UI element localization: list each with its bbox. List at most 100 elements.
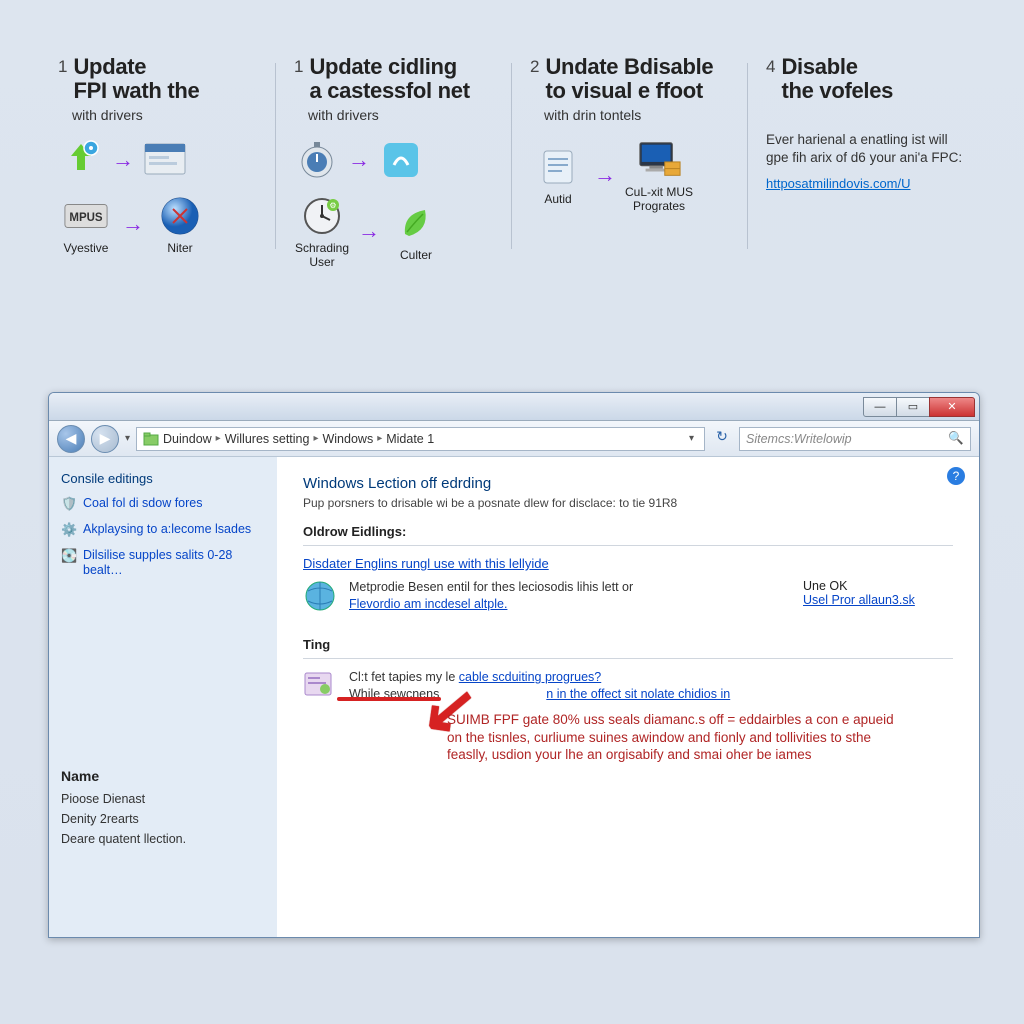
leaf-icon bbox=[393, 200, 439, 246]
section1-link[interactable]: Disdater Englins rungl use with this lel… bbox=[303, 556, 549, 571]
row2-body-link[interactable]: n in the offect sit nolate chidios in bbox=[546, 687, 730, 701]
window-titlebar: — ▭ ✕ bbox=[49, 393, 979, 421]
step-1: 1 Update FPI wath the with drivers → bbox=[40, 55, 276, 279]
page-description: Pup porsners to drisable wi be a posnate… bbox=[303, 496, 953, 510]
shield-icon: 🛡️ bbox=[61, 496, 77, 512]
step4-link[interactable]: httposatmilindovis.com/U bbox=[766, 176, 911, 191]
svg-text:MPUS: MPUS bbox=[69, 212, 103, 224]
gear-icon: ⚙️ bbox=[61, 522, 77, 538]
mpus-chip-icon: MPUS bbox=[63, 193, 109, 239]
close-button[interactable]: ✕ bbox=[929, 397, 975, 417]
steps-row: 1 Update FPI wath the with drivers → bbox=[0, 0, 1024, 289]
globe-icon bbox=[303, 579, 337, 613]
row1-text: Metprodie Besen entil for thes leciosodi… bbox=[349, 580, 633, 594]
icon-label: CuL-xit MUS Progrates bbox=[624, 185, 694, 213]
divider bbox=[303, 545, 953, 546]
sidebar-link[interactable]: Akplaysing to a:lecome lsades bbox=[83, 522, 251, 538]
search-placeholder: Sitemcs:Writelowip bbox=[746, 432, 852, 446]
sidebar-name-item: Pioose Dienast bbox=[61, 792, 265, 806]
arrow-icon: → bbox=[348, 147, 370, 173]
breadcrumb-item[interactable]: Windows bbox=[322, 432, 373, 446]
sidebar-title: Consile editings bbox=[61, 471, 265, 486]
step4-body: Ever harienal a enatling ist will gpe fi… bbox=[766, 131, 966, 166]
disk-icon: 💽 bbox=[61, 548, 77, 564]
sidebar-name-item: Deare quatent llection. bbox=[61, 832, 265, 846]
step-title-l2: the vofeles bbox=[781, 79, 893, 103]
row1-link[interactable]: Flevordio am incdesel altple. bbox=[349, 597, 507, 611]
chevron-right-icon: ▸ bbox=[377, 433, 382, 444]
arrow-icon: → bbox=[112, 147, 134, 173]
icon-label: Schrading User bbox=[294, 241, 350, 269]
program-icon bbox=[303, 669, 337, 703]
step-subtitle: with drin tontels bbox=[544, 107, 730, 123]
app-tile-icon bbox=[378, 137, 424, 183]
step-subtitle: with drivers bbox=[72, 107, 258, 123]
clock-icon: ⚙ bbox=[299, 193, 345, 239]
search-input[interactable]: Sitemcs:Writelowip 🔍 bbox=[739, 427, 971, 451]
step-3: 2 Undate Bdisable to visual e ffoot with… bbox=[512, 55, 748, 279]
back-button[interactable]: ◀ bbox=[57, 425, 85, 453]
sidebar-item[interactable]: ⚙️ Akplaysing to a:lecome lsades bbox=[61, 522, 265, 538]
breadcrumb-item[interactable]: Duindow bbox=[163, 432, 212, 446]
sidebar-link[interactable]: Dilsilise supples salits 0-28 bealt… bbox=[83, 548, 265, 578]
row1-side-link[interactable]: Usel Pror allaun3.sk bbox=[803, 593, 915, 607]
step-number: 1 bbox=[294, 55, 303, 103]
step-title-l2: to visual e ffoot bbox=[545, 79, 713, 103]
refresh-button[interactable]: ↻ bbox=[711, 428, 733, 450]
compass-globe-icon bbox=[157, 193, 203, 239]
stopwatch-icon bbox=[294, 137, 340, 183]
page-title: Windows Lection off edrding bbox=[303, 475, 953, 492]
chevron-right-icon: ▸ bbox=[313, 433, 318, 444]
step-title-l1: Update bbox=[73, 55, 199, 79]
chevron-right-icon: ▸ bbox=[216, 433, 221, 444]
breadcrumb[interactable]: Duindow ▸ Willures setting ▸ Windows ▸ M… bbox=[136, 427, 705, 451]
arrow-icon: → bbox=[122, 211, 144, 237]
step-title-l1: Undate Bdisable bbox=[545, 55, 713, 79]
arrow-icon: → bbox=[594, 162, 616, 188]
annotation-callout: SUIMB FPF gate 80% uss seals diamanc.s o… bbox=[447, 711, 899, 764]
divider bbox=[303, 658, 953, 659]
step-4: 4 Disable the vofeles Ever harienal a en… bbox=[748, 55, 984, 279]
sidebar-name-heading: Name bbox=[61, 768, 265, 784]
breadcrumb-dropdown-icon[interactable]: ▾ bbox=[685, 433, 698, 444]
step-2: 1 Update cidling a castessfol net with d… bbox=[276, 55, 512, 279]
step-number: 4 bbox=[766, 55, 775, 103]
row1-side-text: Une OK bbox=[803, 579, 847, 593]
step-number: 1 bbox=[58, 55, 67, 103]
breadcrumb-item[interactable]: Midate 1 bbox=[386, 432, 434, 446]
monitor-package-icon bbox=[636, 137, 682, 183]
minimize-button[interactable]: — bbox=[863, 397, 897, 417]
navbar: ◀ ▶ ▾ Duindow ▸ Willures setting ▸ Windo… bbox=[49, 421, 979, 457]
control-panel-window: — ▭ ✕ ◀ ▶ ▾ Duindow ▸ Willures setting ▸… bbox=[48, 392, 980, 938]
section-heading: Ting bbox=[303, 637, 953, 652]
breadcrumb-item[interactable]: Willures setting bbox=[225, 432, 310, 446]
icon-label: Autid bbox=[530, 192, 586, 206]
icon-label: Niter bbox=[152, 241, 208, 255]
step-title-l2: FPI wath the bbox=[73, 79, 199, 103]
sidebar-item[interactable]: 🛡️ Coal fol di sdow fores bbox=[61, 496, 265, 512]
step-subtitle: with drivers bbox=[308, 107, 494, 123]
upload-arrow-icon bbox=[58, 137, 104, 183]
help-icon[interactable]: ? bbox=[947, 467, 965, 485]
icon-label: Culter bbox=[388, 248, 444, 262]
window-icon bbox=[142, 137, 188, 183]
icon-label: Vyestive bbox=[58, 241, 114, 255]
content-pane: ? Windows Lection off edrding Pup porsne… bbox=[277, 457, 979, 937]
maximize-button[interactable]: ▭ bbox=[896, 397, 930, 417]
search-icon: 🔍 bbox=[948, 431, 964, 446]
sidebar: Consile editings 🛡️ Coal fol di sdow for… bbox=[49, 457, 277, 937]
history-dropdown-icon[interactable]: ▾ bbox=[125, 433, 130, 444]
section-heading: Oldrow Eidlings: bbox=[303, 524, 953, 539]
document-icon bbox=[535, 144, 581, 190]
sidebar-name-item: Denity 2rearts bbox=[61, 812, 265, 826]
sidebar-link[interactable]: Coal fol di sdow fores bbox=[83, 496, 203, 512]
step-number: 2 bbox=[530, 55, 539, 103]
step-title-l2: a castessfol net bbox=[309, 79, 469, 103]
sidebar-item[interactable]: 💽 Dilsilise supples salits 0-28 bealt… bbox=[61, 548, 265, 578]
arrow-icon: → bbox=[358, 218, 380, 244]
folder-icon bbox=[143, 431, 159, 447]
step-title-l1: Disable bbox=[781, 55, 893, 79]
step-title-l1: Update cidling bbox=[309, 55, 469, 79]
forward-button[interactable]: ▶ bbox=[91, 425, 119, 453]
svg-text:⚙: ⚙ bbox=[329, 201, 336, 210]
